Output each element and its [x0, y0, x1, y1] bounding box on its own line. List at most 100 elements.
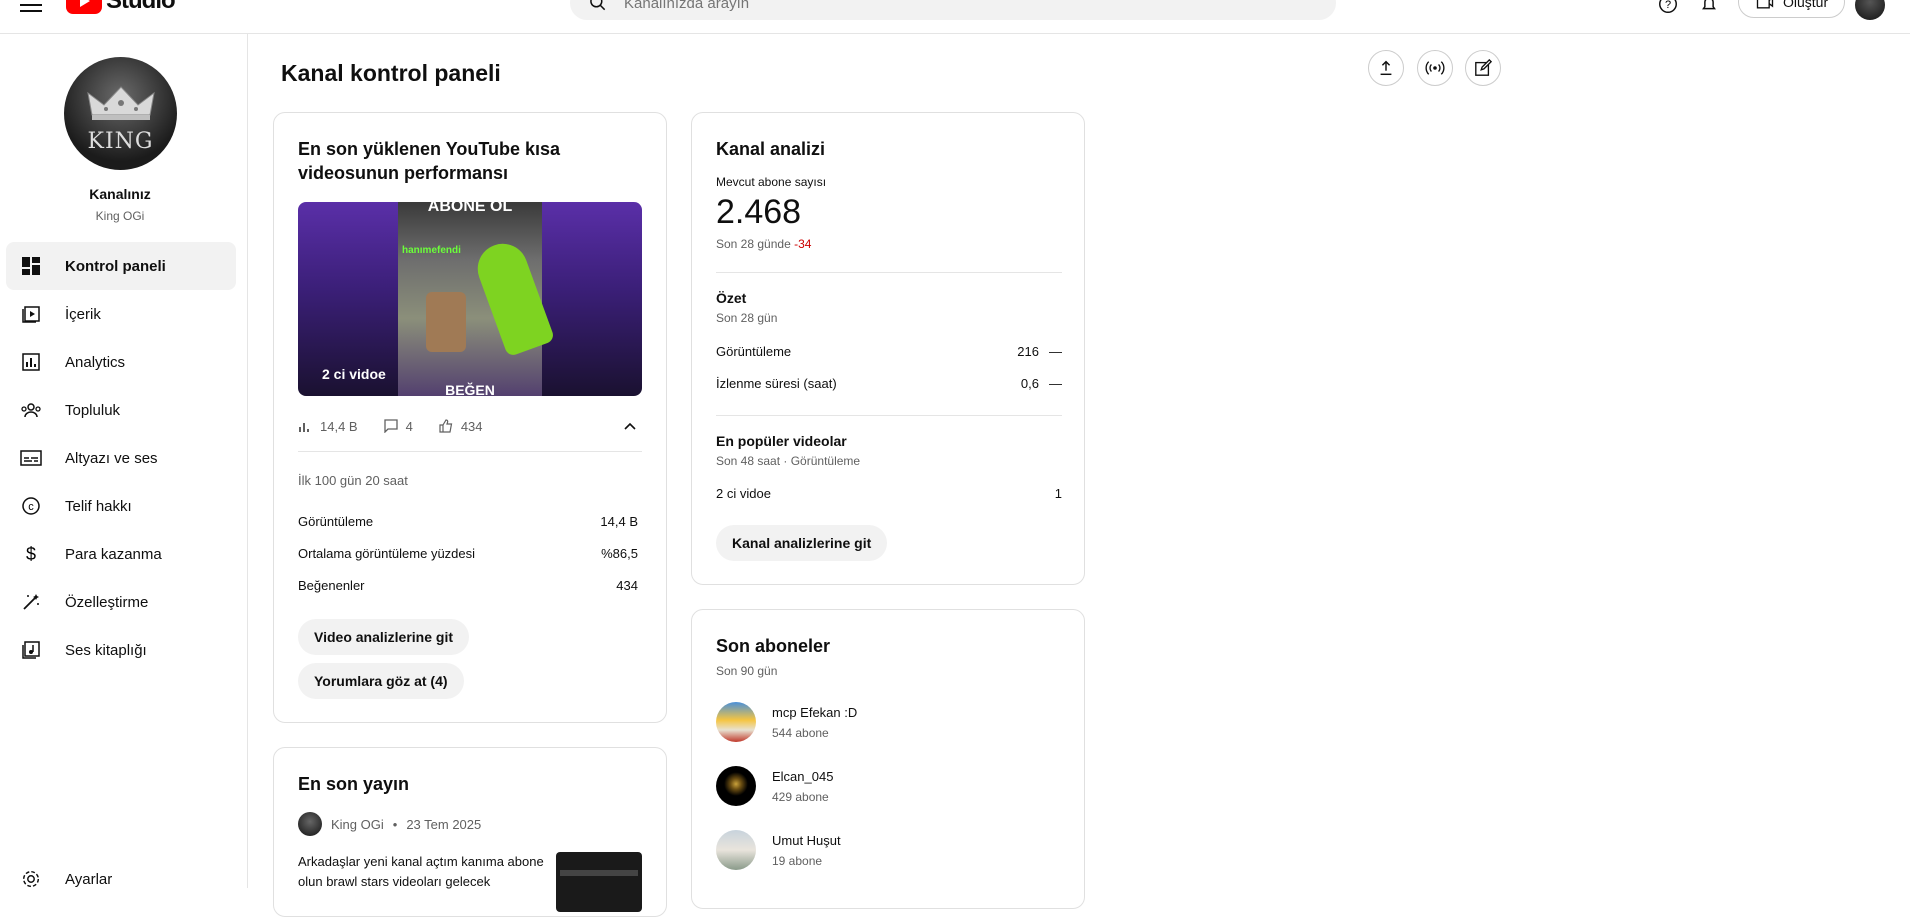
channel-analytics-card: Kanal analizi Mevcut abone sayısı 2.468 …	[691, 112, 1085, 585]
sidebar-item-audio-library[interactable]: Ses kitaplığı	[6, 626, 236, 674]
subscriber-item[interactable]: Elcan_045 429 abone	[716, 766, 833, 806]
channel-title: Kanalınız	[89, 186, 151, 202]
stat-value: 14,4 B	[600, 513, 638, 529]
views-icon	[299, 423, 309, 432]
svg-text:c: c	[28, 501, 34, 513]
like-icon	[439, 419, 453, 433]
comments-icon	[383, 419, 398, 433]
summary-value: 0,6	[1020, 375, 1039, 391]
stats-list: Görüntüleme 14,4 B Ortalama görüntüleme y…	[298, 505, 638, 601]
summary-row: İzlenme süresi (saat) 0,6 —	[716, 367, 1062, 399]
sidebar-item-community[interactable]: Topluluk	[6, 386, 236, 434]
trend-indicator: —	[1049, 343, 1062, 359]
card-title: Kanal analizi	[716, 139, 826, 159]
channel-name[interactable]: King OGi	[0, 209, 240, 223]
subs-label: Mevcut abone sayısı	[716, 175, 827, 189]
create-post-button[interactable]	[1465, 50, 1501, 86]
sidebar-item-label: Altyazı ve ses	[65, 449, 158, 467]
stat-row: Ortalama görüntüleme yüzdesi %86,5	[298, 537, 638, 569]
thumbnail-title: 2 ci vidoe	[322, 366, 386, 382]
sidebar-item-copyright[interactable]: c Telif hakkı	[6, 482, 236, 530]
period-label: İlk 100 gün 20 saat	[298, 473, 408, 488]
sidebar-item-monetization[interactable]: $ Para kazanma	[6, 530, 236, 578]
stream-thumbnail[interactable]	[556, 852, 642, 912]
sidebar-item-settings[interactable]: Ayarlar	[20, 868, 112, 890]
trend-indicator: —	[1049, 375, 1062, 391]
upload-button[interactable]	[1368, 50, 1404, 86]
view-comments-button[interactable]: Yorumlara göz at (4)	[298, 663, 464, 699]
menu-icon[interactable]	[20, 0, 42, 12]
sidebar-item-label: İçerik	[65, 305, 101, 323]
search-icon	[590, 0, 606, 11]
subscriber-name: Elcan_045	[772, 768, 834, 784]
subscriber-count: 19 abone	[772, 853, 823, 868]
edit-icon	[1475, 59, 1492, 76]
divider	[716, 272, 1062, 273]
sidebar-item-label: Kontrol paneli	[65, 257, 166, 275]
help-icon[interactable]: ?	[1656, 0, 1680, 16]
account-avatar[interactable]	[1855, 0, 1885, 20]
video-analytics-button[interactable]: Video analizlerine git	[298, 619, 470, 655]
studio-logo[interactable]: Studio	[66, 0, 176, 14]
stat-value: %86,5	[601, 545, 638, 561]
thumbnail-bottom-text: BEĞEN	[445, 382, 495, 396]
subs-change-prefix: Son 28 günde	[716, 237, 791, 251]
likes-count: 434	[460, 418, 483, 434]
search-input[interactable]	[624, 0, 1224, 12]
subscriber-count: 544 abone	[772, 725, 829, 740]
stream-text: Arkadaşlar yeni kanal açtım kanıma abone…	[298, 854, 544, 889]
sidebar-item-label: Analytics	[65, 353, 126, 371]
stream-date: 23 Tem 2025	[406, 816, 482, 832]
thumbnail-character	[426, 292, 466, 352]
sidebar-item-subtitles[interactable]: Altyazı ve ses	[6, 434, 236, 482]
sidebar: KING Kanalınız King OGi Kontrol paneli İ…	[0, 34, 248, 888]
divider	[298, 451, 642, 452]
subscriber-item[interactable]: mcp Efekan :D 544 abone	[716, 702, 857, 742]
stat-label: Beğenenler	[298, 577, 365, 593]
top-video-row[interactable]: 2 ci vidoe 1	[716, 479, 1062, 507]
stat-label: Görüntüleme	[298, 513, 374, 529]
top-video-title: 2 ci vidoe	[716, 485, 771, 501]
dashboard-icon	[20, 255, 42, 277]
crown-icon	[87, 86, 155, 120]
stat-value: 434	[616, 577, 638, 593]
card-title: En son yayın	[298, 774, 410, 794]
stat-row: Beğenenler 434	[298, 569, 638, 601]
search-bar[interactable]	[570, 0, 1336, 20]
channel-avatar[interactable]: KING	[64, 57, 177, 170]
views-count: 14,4 B	[320, 418, 358, 434]
stat-row: Görüntüleme 14,4 B	[298, 505, 638, 537]
notifications-icon[interactable]	[1697, 0, 1721, 16]
create-button[interactable]: Oluştur	[1738, 0, 1846, 18]
video-thumbnail[interactable]: ABONE OL hanımefendi BEĞEN 2 ci vidoe	[298, 202, 642, 396]
page-title: Kanal kontrol paneli	[281, 60, 501, 86]
sidebar-item-customization[interactable]: Özelleştirme	[6, 578, 236, 626]
channel-analytics-button[interactable]: Kanal analizlerine git	[716, 525, 888, 561]
quick-stats: 14,4 B 4 434	[298, 415, 642, 437]
subscriber-avatar	[716, 830, 756, 870]
subscriber-item[interactable]: Umut Huşut 19 abone	[716, 830, 841, 870]
top-videos-title: En popüler videolar	[716, 433, 847, 449]
create-label: Oluştur	[1783, 0, 1829, 10]
subscriber-avatar	[716, 766, 756, 806]
analytics-icon	[20, 351, 42, 373]
stream-meta: King OGi • 23 Tem 2025	[298, 812, 481, 836]
comments-count: 4	[405, 418, 413, 434]
go-live-button[interactable]	[1417, 50, 1453, 86]
subtitles-icon	[20, 447, 42, 469]
sidebar-item-content[interactable]: İçerik	[6, 290, 236, 338]
summary-list: Görüntüleme 216 — İzlenme süresi (saat) 0…	[716, 335, 1062, 399]
sidebar-item-analytics[interactable]: Analytics	[6, 338, 236, 386]
sidebar-item-dashboard[interactable]: Kontrol paneli	[6, 242, 236, 290]
subs-change-value: -34	[794, 237, 812, 251]
avatar-text: KING	[87, 129, 154, 154]
summary-title: Özet	[716, 290, 747, 306]
content-icon	[20, 303, 42, 325]
subscribers-period: Son 90 gün	[716, 664, 778, 678]
settings-label: Ayarlar	[65, 870, 113, 888]
chevron-up-icon[interactable]	[622, 418, 638, 434]
sidebar-item-label: Özelleştirme	[65, 593, 149, 611]
sidebar-nav: Kontrol paneli İçerik Analytics Topluluk…	[6, 242, 236, 674]
subscriber-name: mcp Efekan :D	[772, 704, 858, 720]
svg-text:?: ?	[1665, 0, 1671, 11]
